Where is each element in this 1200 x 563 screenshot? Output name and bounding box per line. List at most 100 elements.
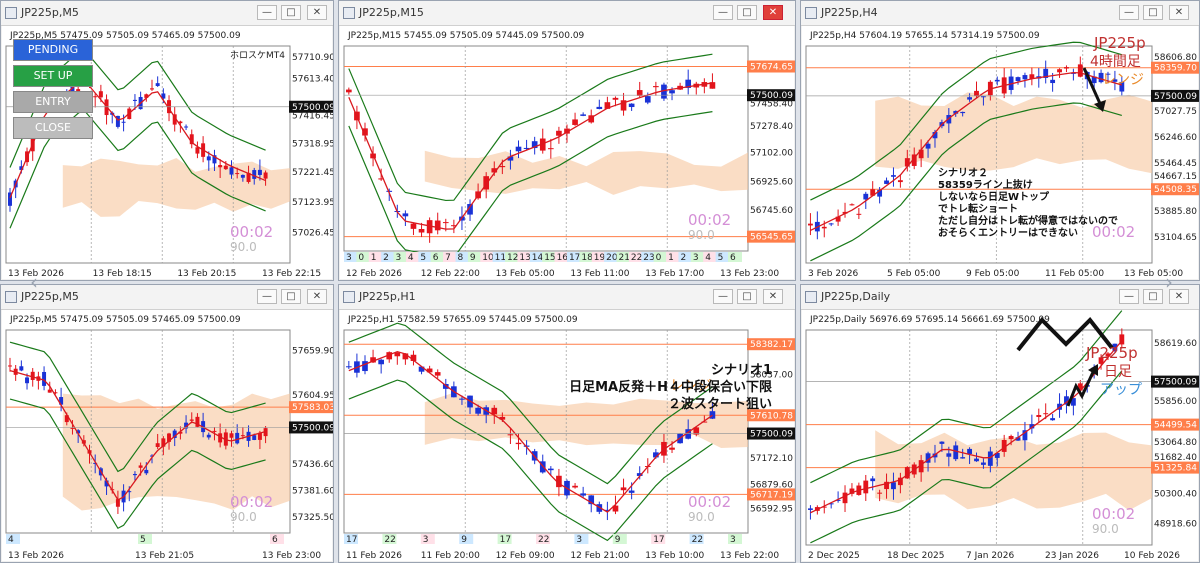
session-hour-label: 0 — [358, 253, 364, 263]
price-axis-label: 57583.03 — [292, 403, 334, 413]
minimize-button[interactable]: — — [713, 5, 733, 20]
candle-body — [925, 143, 931, 149]
candle-body — [863, 480, 869, 494]
scenario-note-line: 58359ライン上抜け — [938, 178, 1033, 191]
pending-button[interactable]: PENDING — [13, 39, 93, 61]
entry-button[interactable]: ENTRY — [13, 91, 93, 113]
time-axis-label: 3 Feb 2026 — [808, 269, 859, 279]
session-hour-label: 9 — [470, 253, 476, 263]
window-titlebar[interactable]: JP225p,H4 — □ ✕ — [801, 1, 1199, 26]
price-chart-daily[interactable]: 58619.60 57500.09 55856.00 54499.54 53064.80… — [802, 310, 1199, 561]
minimize-button[interactable]: — — [1119, 5, 1139, 20]
session-hour-label: 3 — [730, 535, 736, 545]
price-axis-label: 55856.00 — [1154, 397, 1197, 407]
candle-body — [98, 91, 103, 98]
candle-body — [252, 170, 257, 179]
window-titlebar[interactable]: JP225p,M5 — □ ✕ — [1, 1, 333, 26]
minimize-button[interactable]: — — [257, 5, 277, 20]
scroll-right-icon[interactable]: › — [1165, 270, 1173, 294]
maximize-button[interactable]: □ — [737, 5, 757, 20]
price-chart-h1[interactable]: 58382.17 58037.00 57610.78 57500.09 57172.10… — [340, 310, 795, 561]
spread-readout: 90.0 — [230, 240, 257, 254]
price-axis-label: 57674.65 — [750, 63, 793, 73]
window-titlebar[interactable]: JP225p,H1 — □ ✕ — [339, 285, 795, 310]
chart-window-m5-2[interactable]: JP225p,M5 — □ ✕ 57659.90 57604.95 57583.03… — [0, 284, 334, 563]
annotation-symbol: JP225p — [1085, 344, 1138, 362]
minimize-button[interactable]: — — [713, 289, 733, 304]
maximize-button[interactable]: □ — [1143, 5, 1163, 20]
close-button[interactable]: ✕ — [307, 5, 327, 20]
close-button[interactable]: ✕ — [763, 289, 783, 304]
price-chart-m15[interactable]: 57674.65 57500.09 57458.40 57278.40 57102.00… — [340, 26, 795, 279]
candle-body — [891, 175, 896, 177]
session-hour-label: 13 — [519, 253, 530, 263]
chart-window-h1[interactable]: JP225p,H1 — □ ✕ 58382.17 58037.00 57610.78… — [338, 284, 796, 563]
close-button[interactable]: ✕ — [307, 289, 327, 304]
chart-window-icon — [343, 7, 355, 19]
ohlc-values: 57604.19 57655.14 57314.19 57500.09 — [859, 31, 1040, 41]
window-titlebar[interactable]: JP225p,M5 — □ ✕ — [1, 285, 333, 310]
candle-body — [93, 96, 98, 98]
window-title: JP225p,M15 — [359, 6, 424, 19]
chart-window-h4[interactable]: JP225p,H4 — □ ✕ 58606.80 58359.70 57500.09… — [800, 0, 1200, 281]
session-hour-label: 5 — [420, 253, 426, 263]
maximize-button[interactable]: □ — [281, 5, 301, 20]
price-chart-m5-lower[interactable]: 57659.90 57604.95 57583.03 57500.09 57436.60… — [2, 310, 334, 561]
candle-body — [475, 407, 481, 414]
ohlc-symbol: JP225p,H1 — [347, 315, 397, 325]
session-hour-label: 6 — [272, 535, 278, 545]
candle-body — [1015, 77, 1021, 82]
close-button[interactable]: ✕ — [1169, 5, 1189, 20]
price-axis-label: 57710.90 — [292, 53, 334, 63]
chart-window-daily[interactable]: JP225p,Daily — □ ✕ 58619.60 57500.09 55856… — [800, 284, 1200, 563]
session-hour-label: 3 — [423, 535, 429, 545]
minimize-button[interactable]: — — [1119, 289, 1139, 304]
price-axis-label: 57500.09 — [1154, 378, 1197, 388]
candle-body — [132, 473, 137, 476]
setup-button[interactable]: SET UP — [13, 65, 93, 87]
chart-window-m5-1[interactable]: JP225p,M5 — □ ✕ 57710.90 57613.40 57500.09… — [0, 0, 334, 281]
minimize-button[interactable]: — — [257, 289, 277, 304]
candle-body — [974, 90, 979, 96]
price-chart-h4[interactable]: 58606.80 58359.70 57500.09 57027.75 56246.60… — [802, 26, 1199, 279]
close-button[interactable]: ✕ — [763, 5, 783, 20]
chart-window-icon — [5, 291, 17, 303]
window-titlebar[interactable]: JP225p,M15 — □ ✕ — [339, 1, 795, 26]
candle-body — [206, 156, 211, 161]
candle-body — [434, 220, 441, 231]
maximize-button[interactable]: □ — [737, 289, 757, 304]
scenario-note-line: ２波スタート狙い — [668, 396, 772, 412]
time-axis-label: 13 Feb 05:00 — [496, 269, 555, 279]
window-titlebar[interactable]: JP225p,Daily — □ ✕ — [801, 285, 1199, 310]
candle-body — [346, 89, 352, 93]
candle-body — [346, 366, 352, 368]
price-axis-label: 57318.95 — [292, 140, 334, 150]
candle-body — [235, 432, 240, 444]
candle-body — [410, 223, 417, 229]
chart-window-icon — [805, 7, 817, 19]
chart-window-m15[interactable]: JP225p,M15 — □ ✕ 57674.65 57500.09 57458.4… — [338, 0, 796, 281]
candle-body — [155, 83, 160, 86]
candle-body — [808, 223, 813, 226]
close-trade-button[interactable]: CLOSE — [13, 117, 93, 139]
candle-body — [42, 371, 47, 386]
price-axis-label: 56545.65 — [750, 233, 793, 243]
price-axis-label: 57500.09 — [750, 430, 793, 440]
session-hour-label: 17 — [500, 535, 511, 545]
price-axis-label: 51325.84 — [1154, 464, 1197, 474]
maximize-button[interactable]: □ — [1143, 289, 1163, 304]
candle-body — [459, 398, 465, 400]
candle-body — [974, 458, 979, 462]
time-axis-label: 10 Feb 2026 — [1124, 551, 1180, 561]
candle-body — [849, 204, 855, 206]
price-axis-label: 48918.60 — [1154, 520, 1197, 530]
time-axis-label: 11 Feb 20:00 — [421, 551, 480, 561]
ohlc-readout: JP225p,M5 57475.09 57505.09 57465.09 575… — [9, 315, 241, 325]
candle-body — [218, 165, 223, 168]
candle-body — [121, 121, 126, 123]
candle-body — [572, 119, 578, 125]
maximize-button[interactable]: □ — [281, 289, 301, 304]
session-hour-label: 4 — [8, 535, 14, 545]
scroll-left-icon[interactable]: ‹ — [30, 270, 38, 294]
ohlc-values: 57475.09 57505.09 57465.09 57500.09 — [60, 315, 241, 325]
